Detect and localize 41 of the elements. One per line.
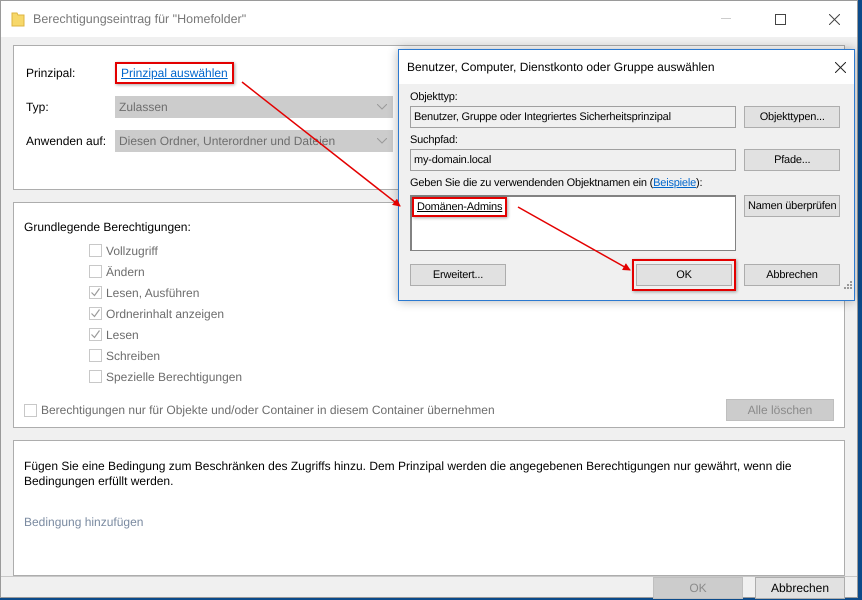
resolved-name: Domänen-Admins (417, 201, 502, 213)
search-path-label: Suchpfad: (410, 134, 459, 148)
permissions-heading: Grundlegende Berechtigungen: (24, 220, 192, 234)
minimize-icon[interactable] (721, 18, 731, 20)
checkbox-label: Spezielle Berechtigungen (106, 370, 242, 384)
chevron-down-icon (377, 138, 387, 144)
dialog-title: Benutzer, Computer, Dienstkonto oder Gruppe auswählen (407, 60, 715, 74)
checkbox-label: Lesen (106, 328, 139, 342)
checkbox[interactable] (24, 404, 37, 416)
object-names-label: Geben Sie die zu verwendenden Objektnamen ein (Beispiele): (410, 177, 704, 191)
checkbox-label: Ändern (106, 264, 145, 278)
close-icon[interactable] (828, 14, 840, 24)
object-type-label: Objekttyp: (410, 91, 459, 105)
cancel-button[interactable]: Abbrechen (755, 577, 845, 599)
examples-link[interactable]: Beispiele (653, 177, 696, 189)
principal-label: Prinzipal: (26, 66, 76, 80)
type-label: Typ: (26, 100, 50, 114)
apply-to-label: Anwenden auf: (26, 134, 108, 148)
select-principal-link[interactable]: Prinzipal auswählen (121, 66, 228, 80)
object-type-field: Benutzer, Gruppe oder Integriertes Sicherheitsprinzipal (410, 106, 736, 128)
checkbox-label: Ordnerinhalt anzeigen (106, 306, 224, 320)
close-icon[interactable] (835, 62, 846, 72)
ok-button[interactable]: OK (636, 264, 732, 286)
chevron-down-icon (377, 104, 387, 110)
maximize-icon[interactable] (774, 14, 786, 24)
checkbox-label: Berechtigungen nur für Objekte und/oder Container in diesem Container übernehmen (41, 403, 495, 417)
checkbox-label: Vollzugriff (106, 244, 158, 258)
add-condition-link[interactable]: Bedingung hinzufügen (24, 515, 834, 529)
check-names-button[interactable]: Namen überprüfen (744, 195, 840, 217)
object-names-field[interactable]: Domänen-Admins (410, 195, 736, 251)
folder-icon (11, 11, 25, 27)
condition-description: Fügen Sie eine Bedingung zum Beschränken des Zugriffs hinzu. Dem Prinzipal werden die angegebenen Berechtigungen nur gewährt, wenn die Bedingungen erfüllt werden. (24, 459, 793, 489)
search-path-field: my-domain.local (410, 149, 736, 171)
window-title: Berechtigungseintrag für "Homefolder" (33, 12, 248, 26)
cancel-button[interactable]: Abbrechen (744, 264, 840, 286)
object-types-button[interactable]: Objekttypen... (744, 106, 840, 128)
checkbox-label: Schreiben (106, 348, 160, 362)
paths-button[interactable]: Pfade... (744, 149, 840, 171)
checkbox-label: Lesen, Ausführen (106, 286, 200, 300)
advanced-button[interactable]: Erweitert... (410, 264, 506, 286)
resize-grip-icon (844, 281, 852, 289)
